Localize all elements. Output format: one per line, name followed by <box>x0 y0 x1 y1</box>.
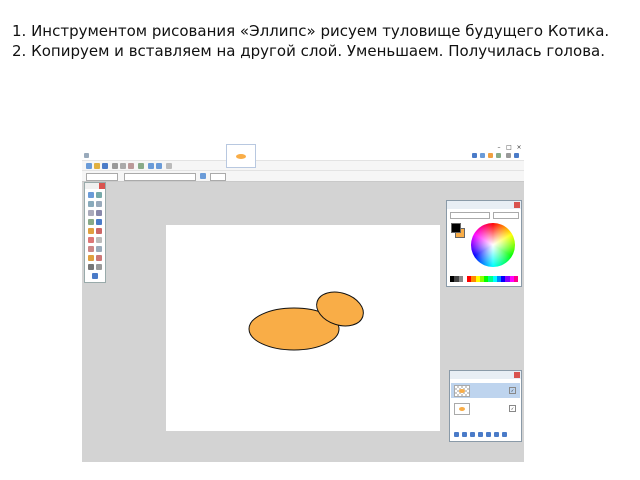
settings-icon[interactable] <box>506 153 511 158</box>
layer-thumbnail <box>454 385 470 397</box>
save-icon[interactable] <box>102 163 108 169</box>
grid-icon[interactable] <box>166 163 172 169</box>
minimize-icon[interactable]: – <box>494 144 504 152</box>
rectangle-select-tool-icon[interactable] <box>88 192 94 198</box>
layer-visibility-checkbox[interactable]: ✓ <box>509 405 516 412</box>
layer-thumbnail-shape <box>459 407 465 411</box>
more-options-selector[interactable] <box>493 212 519 219</box>
layers-window-icon[interactable] <box>488 153 493 158</box>
clone-stamp-tool-icon[interactable] <box>88 255 94 261</box>
colors-panel-header <box>447 201 521 209</box>
ellipse-select-tool-icon[interactable] <box>88 210 94 216</box>
paste-icon[interactable] <box>128 163 134 169</box>
line-tool-icon[interactable] <box>96 264 102 270</box>
open-icon[interactable] <box>94 163 100 169</box>
primary-color-swatch[interactable] <box>451 223 461 233</box>
new-icon[interactable] <box>86 163 92 169</box>
redo-icon[interactable] <box>156 163 162 169</box>
move-selection-tool-icon[interactable] <box>96 192 102 198</box>
tools-panel-header <box>85 183 105 189</box>
duplicate-layer-icon[interactable] <box>470 432 475 437</box>
tools-panel <box>84 182 106 283</box>
cut-icon[interactable] <box>112 163 118 169</box>
title-bar: – □ × <box>82 144 524 152</box>
brush-width-selector[interactable] <box>124 173 196 181</box>
instruction-step-2: 2. Копируем и вставляем на другой слой. … <box>12 41 605 60</box>
drawing-canvas[interactable] <box>166 225 440 431</box>
merge-layer-icon[interactable] <box>478 432 483 437</box>
layer-row-top[interactable]: ✓ <box>451 383 520 398</box>
pan-tool-icon[interactable] <box>96 219 102 225</box>
undo-icon[interactable] <box>148 163 154 169</box>
colors-close-icon[interactable] <box>514 202 520 208</box>
image-thumbnail-shape <box>236 154 246 159</box>
move-tool-icon[interactable] <box>96 201 102 207</box>
color-picker-tool-icon[interactable] <box>96 246 102 252</box>
color-wheel[interactable] <box>471 223 515 267</box>
help-icon[interactable] <box>514 153 519 158</box>
layer-row-background[interactable]: ✓ <box>451 401 520 416</box>
paint-bucket-tool-icon[interactable] <box>88 228 94 234</box>
eraser-tool-icon[interactable] <box>96 237 102 243</box>
layers-panel-header <box>450 371 521 379</box>
layer-down-icon[interactable] <box>494 432 499 437</box>
colors-window-icon[interactable] <box>496 153 501 158</box>
tool-options-bar <box>82 170 524 182</box>
zoom-tool-icon[interactable] <box>96 210 102 216</box>
pencil-tool-icon[interactable] <box>88 246 94 252</box>
layer-thumbnail-shape <box>459 389 465 393</box>
history-window-icon[interactable] <box>480 153 485 158</box>
delete-layer-icon[interactable] <box>462 432 467 437</box>
color-palette[interactable] <box>450 276 518 282</box>
layer-thumbnail <box>454 403 470 415</box>
tools-window-icon[interactable] <box>472 153 477 158</box>
layer-up-icon[interactable] <box>486 432 491 437</box>
close-icon[interactable]: × <box>514 144 524 152</box>
text-tool-icon[interactable] <box>88 264 94 270</box>
app-logo-icon <box>84 153 89 158</box>
paintbrush-tool-icon[interactable] <box>88 237 94 243</box>
layer-actions-bar <box>452 432 519 439</box>
shapes-tool-icon[interactable] <box>92 273 98 279</box>
add-layer-icon[interactable] <box>454 432 459 437</box>
colors-panel <box>446 200 522 287</box>
recolor-tool-icon[interactable] <box>96 255 102 261</box>
magic-wand-tool-icon[interactable] <box>88 219 94 225</box>
blend-mode-selector[interactable] <box>210 173 226 181</box>
layer-properties-icon[interactable] <box>502 432 507 437</box>
tools-close-icon[interactable] <box>99 183 105 189</box>
menu-bar <box>82 152 524 160</box>
gradient-tool-icon[interactable] <box>96 228 102 234</box>
instruction-step-1: 1. Инструментом рисования «Эллипс» рисуе… <box>12 22 610 40</box>
antialias-icon[interactable] <box>200 173 206 179</box>
layers-close-icon[interactable] <box>514 372 520 378</box>
tool-selector[interactable] <box>86 173 118 181</box>
primary-secondary-selector[interactable] <box>450 212 490 219</box>
image-tab-thumbnail[interactable] <box>226 144 256 168</box>
paint-app-window: – □ × ✓ ✓ <box>82 144 524 462</box>
copy-icon[interactable] <box>120 163 126 169</box>
layers-panel: ✓ ✓ <box>449 370 522 442</box>
lasso-select-tool-icon[interactable] <box>88 201 94 207</box>
instructions: 1. Инструментом рисования «Эллипс» рисуе… <box>12 22 622 61</box>
color-wheel-overlay <box>471 223 515 267</box>
layer-visibility-checkbox[interactable]: ✓ <box>509 387 516 394</box>
maximize-icon[interactable]: □ <box>504 144 514 152</box>
crop-icon[interactable] <box>138 163 144 169</box>
